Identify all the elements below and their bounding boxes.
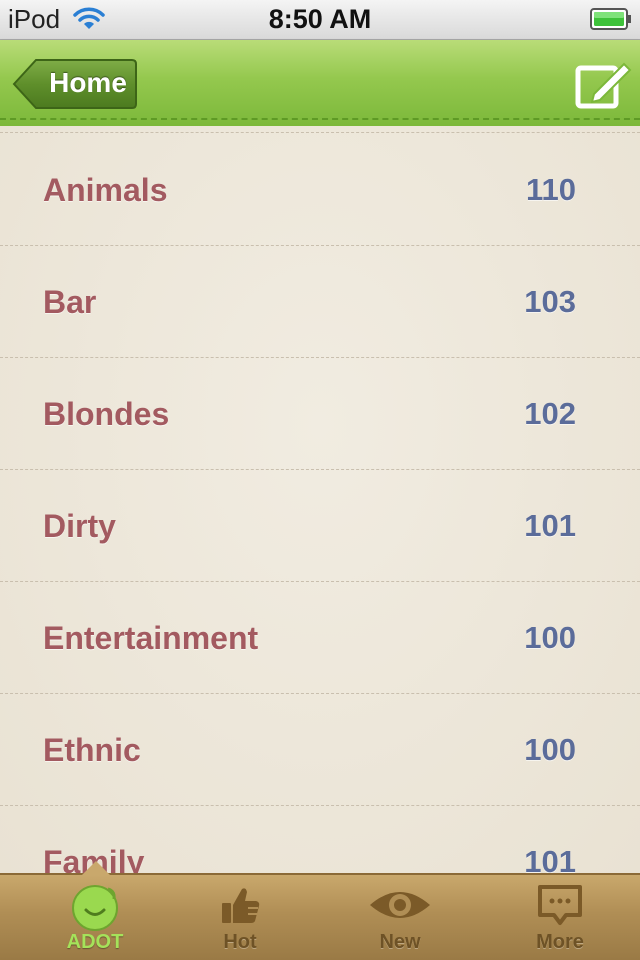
thumbs-up-icon bbox=[218, 883, 262, 932]
list-item-bar[interactable]: Bar 103 bbox=[0, 246, 640, 358]
category-label: Entertainment bbox=[43, 620, 259, 656]
clock: 8:50 AM bbox=[268, 4, 372, 34]
category-label: Animals bbox=[43, 172, 168, 208]
tab-label: Hot bbox=[223, 931, 257, 953]
category-label: Bar bbox=[43, 284, 97, 320]
battery-icon bbox=[590, 8, 632, 30]
adot-smiley-icon bbox=[70, 883, 120, 936]
category-label: Ethnic bbox=[43, 732, 141, 768]
compose-button[interactable] bbox=[574, 60, 632, 110]
home-back-button[interactable]: Home bbox=[12, 58, 138, 110]
tab-label: ADOT bbox=[66, 931, 124, 953]
category-count: 101 bbox=[524, 844, 576, 873]
back-button-label: Home bbox=[49, 67, 127, 98]
tab-bar: ADOT Hot New More bbox=[0, 861, 640, 960]
compose-icon bbox=[575, 62, 632, 109]
category-list[interactable]: Animals 110 Bar 103 Blondes 102 Dirty 10… bbox=[0, 126, 640, 873]
tab-hot[interactable]: Hot bbox=[160, 875, 320, 960]
category-count: 101 bbox=[524, 508, 576, 543]
category-count: 110 bbox=[525, 172, 576, 207]
list-item-ethnic[interactable]: Ethnic 100 bbox=[0, 694, 640, 806]
speech-bubble-icon bbox=[536, 883, 584, 932]
tab-adot[interactable]: ADOT bbox=[15, 875, 175, 960]
eye-icon bbox=[368, 883, 432, 932]
category-count: 100 bbox=[524, 732, 576, 767]
tab-label: New bbox=[379, 931, 421, 953]
category-count: 100 bbox=[524, 620, 576, 655]
list-item-dirty[interactable]: Dirty 101 bbox=[0, 470, 640, 582]
category-count: 103 bbox=[524, 284, 576, 319]
tab-label: More bbox=[536, 931, 584, 953]
active-tab-indicator bbox=[82, 861, 110, 875]
list-item-blondes[interactable]: Blondes 102 bbox=[0, 358, 640, 470]
category-label: Blondes bbox=[43, 396, 170, 432]
navigation-bar: Home bbox=[0, 40, 640, 126]
tab-more[interactable]: More bbox=[480, 875, 640, 960]
category-count: 102 bbox=[524, 396, 576, 431]
category-label: Dirty bbox=[43, 508, 116, 544]
list-item-animals[interactable]: Animals 110 bbox=[0, 134, 640, 246]
tab-new[interactable]: New bbox=[320, 875, 480, 960]
list-item-entertainment[interactable]: Entertainment 100 bbox=[0, 582, 640, 694]
status-bar: iPod 8:50 AM bbox=[0, 0, 640, 40]
